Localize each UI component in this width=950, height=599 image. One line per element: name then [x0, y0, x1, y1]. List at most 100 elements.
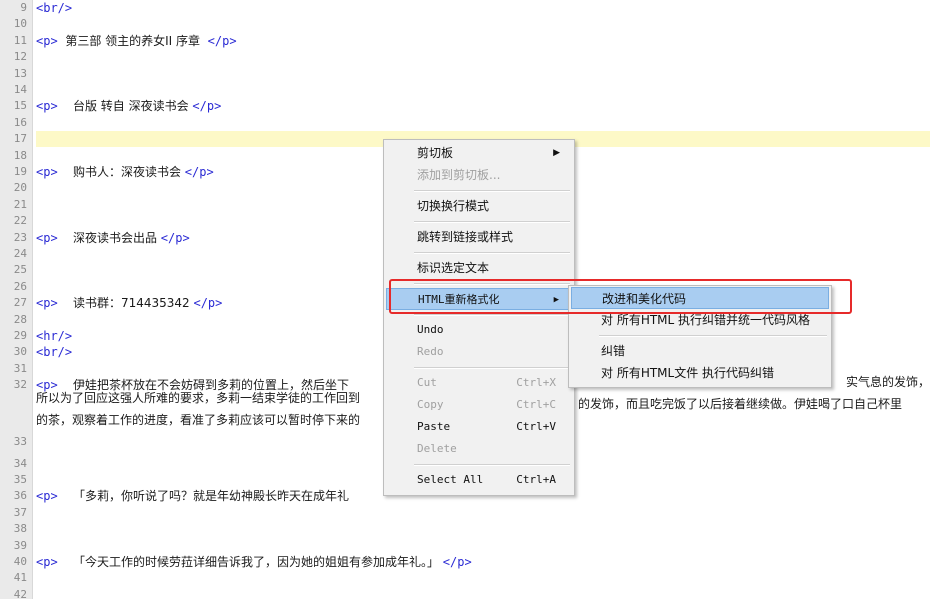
editor-line-14[interactable]: 14: [0, 82, 930, 98]
html-tag: </p>: [193, 296, 223, 310]
line-number: 24: [13, 247, 27, 260]
menu-item-paste[interactable]: Paste Ctrl+V: [386, 416, 572, 438]
menu-item-label: 对 所有HTML 执行纠错并统一代码风格: [601, 313, 811, 327]
editor-line-37[interactable]: 37: [0, 505, 930, 521]
editor-line-38[interactable]: 38: [0, 521, 930, 537]
menu-item-[interactable]: 剪切板 ▶: [386, 142, 572, 164]
line-number: 14: [13, 83, 27, 96]
menu-separator: [414, 190, 570, 192]
menu-item-shortcut: Ctrl+V: [516, 420, 556, 433]
html-tag: <br/>: [36, 345, 73, 359]
editor-line-16[interactable]: 16: [0, 115, 930, 131]
editor-line-39[interactable]: 39: [0, 538, 930, 554]
menu-item-label: Undo: [417, 323, 444, 336]
text-content: 台版 转自 深夜读书会: [57, 99, 193, 113]
menu-item-label: 标识选定文本: [417, 261, 490, 275]
menu-item-label: 切换换行模式: [417, 199, 490, 213]
line-number: 26: [13, 280, 27, 293]
editor-line-10[interactable]: 10: [0, 16, 930, 32]
menu-item-[interactable]: 纠错: [571, 340, 829, 362]
line-number: 39: [13, 539, 27, 552]
html-tag: </p>: [192, 99, 222, 113]
menu-item-label: Paste: [417, 420, 451, 433]
editor-line-42[interactable]: 42: [0, 587, 930, 599]
menu-item-[interactable]: 添加到剪切板...: [386, 164, 572, 186]
html-tag: </p>: [207, 34, 237, 48]
menu-item-copy[interactable]: Copy Ctrl+C: [386, 394, 572, 416]
line-number: 33: [13, 435, 27, 448]
html-tag: <p>: [36, 296, 58, 310]
text-content: 购书人：深夜读书会: [57, 165, 185, 179]
menu-separator: [414, 221, 570, 223]
line-number: 17: [13, 132, 27, 145]
editor-line-9[interactable]: 9 <br/>: [0, 0, 930, 16]
menu-item-label: 对 所有HTML文件 执行代码纠错: [601, 366, 775, 380]
html-tag: <p>: [36, 555, 58, 569]
line-number: 42: [13, 588, 27, 599]
menu-item-label: 纠错: [601, 344, 626, 358]
editor-line-11[interactable]: 11 <p> 第三部 领主的养女II 序章 </p>: [0, 33, 930, 49]
line-number: 16: [13, 116, 27, 129]
menu-separator: [599, 335, 827, 337]
menu-item-redo[interactable]: Redo: [386, 341, 572, 363]
line-number: 34: [13, 457, 27, 470]
text-content: 深夜读书会出品: [57, 231, 161, 245]
html-tag: <hr/>: [36, 329, 73, 343]
menu-item-delete[interactable]: Delete: [386, 438, 572, 460]
context-menu[interactable]: 剪切板 ▶ 添加到剪切板... 切换换行模式 跳转到链接或样式 标识选定文本 HTML重新格…: [383, 139, 575, 496]
line-number: 11: [13, 34, 27, 47]
line-number: 22: [13, 214, 27, 227]
menu-separator: [414, 464, 570, 466]
line-number: 20: [13, 181, 27, 194]
html-tag: </p>: [442, 555, 472, 569]
line-number: 38: [13, 522, 27, 535]
line-number: 27: [13, 296, 27, 309]
menu-item-[interactable]: 切换换行模式: [386, 195, 572, 217]
html-tag: <p>: [36, 231, 58, 245]
line-number: 30: [13, 345, 27, 358]
menu-item-html[interactable]: 对 所有HTML文件 执行代码纠错: [571, 362, 829, 384]
menu-item-label: 剪切板: [417, 146, 454, 160]
menu-item-undo[interactable]: Undo: [386, 319, 572, 341]
menu-item-label: 跳转到链接或样式: [417, 230, 514, 244]
line-number: 41: [13, 571, 27, 584]
line-number: 37: [13, 506, 27, 519]
menu-item-[interactable]: 标识选定文本: [386, 257, 572, 279]
line-number: 12: [13, 50, 27, 63]
menu-item-label: Select All: [417, 473, 484, 486]
line-number: 10: [13, 17, 27, 30]
line-number: 23: [13, 231, 27, 244]
menu-item-shortcut: Ctrl+C: [516, 398, 556, 411]
line-number: 40: [13, 555, 27, 568]
html-tag: </p>: [184, 165, 214, 179]
line-number: 18: [13, 149, 27, 162]
highlight-callout-box: [389, 279, 852, 314]
editor-line-13[interactable]: 13: [0, 66, 930, 82]
line-number: 25: [13, 263, 27, 276]
line-number: 21: [13, 198, 27, 211]
menu-item-cut[interactable]: Cut Ctrl+X: [386, 372, 572, 394]
menu-item-select-all[interactable]: Select All Ctrl+A: [386, 469, 572, 491]
line-number: 35: [13, 473, 27, 486]
line-code: <p> 台版 转自 深夜读书会 </p>: [36, 98, 930, 114]
editor-line-15[interactable]: 15 <p> 台版 转自 深夜读书会 </p>: [0, 98, 930, 114]
menu-item-shortcut: Ctrl+A: [516, 473, 556, 486]
html-tag: <p>: [36, 34, 58, 48]
menu-separator: [414, 314, 570, 316]
menu-item-[interactable]: 跳转到链接或样式: [386, 226, 572, 248]
text-content: 的茶，观察着工作的进度，看准了多莉应该可以暂时停下来的: [36, 413, 361, 427]
editor-line-40[interactable]: 40 <p> 「今天工作的时候劳菈详细告诉我了，因为她的姐姐有参加成年礼。」 </…: [0, 554, 930, 570]
html-tag: <br/>: [36, 1, 73, 15]
editor-line-41[interactable]: 41: [0, 570, 930, 586]
menu-item-label: Cut: [417, 376, 437, 389]
menu-separator: [414, 252, 570, 254]
line-number: 13: [13, 67, 27, 80]
editor-line-12[interactable]: 12: [0, 49, 930, 65]
